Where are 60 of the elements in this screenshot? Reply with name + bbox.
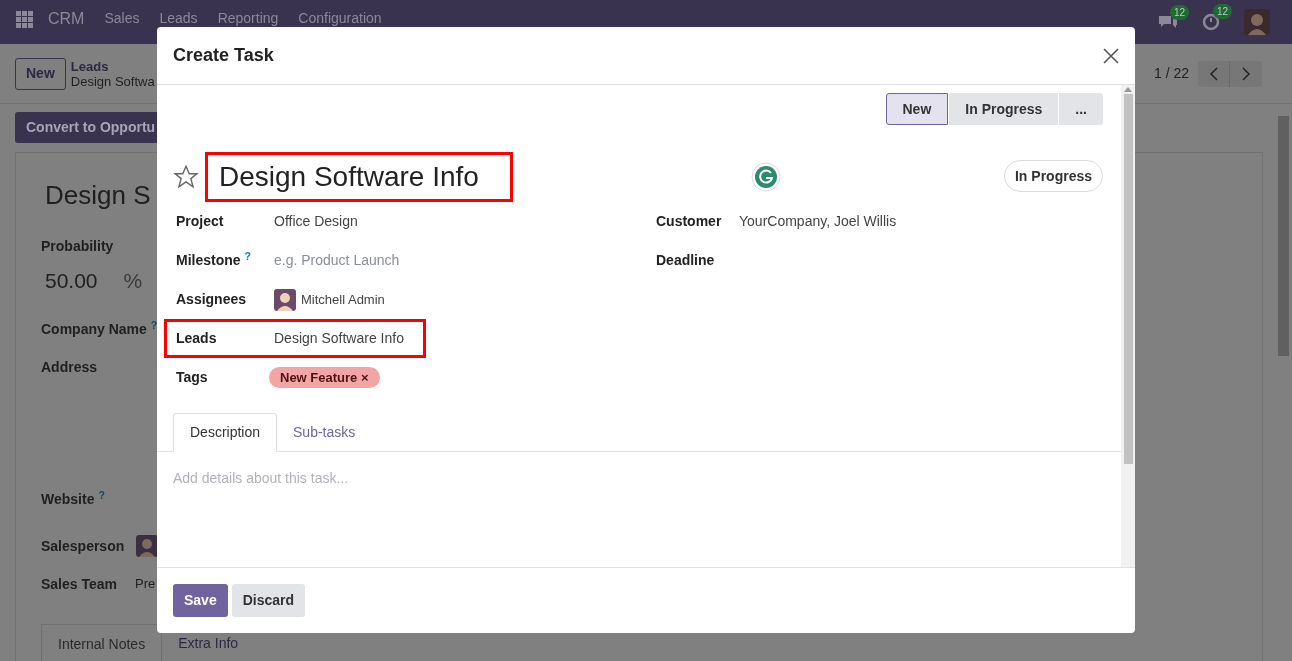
field-label: Company Name $^{?}$: [41, 319, 158, 339]
field-label: Assignees: [176, 290, 248, 309]
discard-button[interactable]: Discard: [231, 584, 306, 617]
menu-item[interactable]: Reporting: [217, 11, 279, 26]
percent-sign: %: [123, 268, 143, 294]
field-label: Project: [176, 212, 225, 231]
assignee-name[interactable]: Mitchell Admin: [301, 289, 385, 310]
dialog-tab[interactable]: Sub-tasks: [277, 413, 372, 452]
field-label: Deadline: [656, 251, 716, 270]
stage-step[interactable]: In Progress: [948, 93, 1059, 125]
milestone-field[interactable]: e.g. Product Launch: [274, 250, 400, 271]
help-mark: ?: [98, 488, 105, 501]
previous-button[interactable]: [1198, 60, 1230, 87]
menu-item[interactable]: Configuration: [298, 11, 382, 26]
tag-chip[interactable]: New Feature ×: [269, 366, 380, 389]
field-label: Website $^{?}$: [41, 489, 105, 509]
chevron-right-icon: [1242, 66, 1250, 81]
field-value[interactable]: Office Design: [274, 211, 358, 232]
apps-grid-icon[interactable]: [16, 11, 34, 29]
help-mark: ?: [150, 318, 158, 331]
breadcrumb-current: Design Softwa: [70, 73, 155, 89]
field-label: Tags: [176, 368, 209, 387]
field-value[interactable]: YourCompany, Joel Willis: [739, 211, 897, 232]
stage-step[interactable]: New: [885, 93, 949, 125]
avatar-icon[interactable]: [1244, 9, 1270, 35]
breadcrumb-link[interactable]: Leads: [70, 58, 155, 74]
dialog-title: Create Task: [173, 44, 274, 67]
field-label: Probability: [41, 237, 114, 256]
next-button[interactable]: [1230, 60, 1262, 87]
field-label: Address: [41, 358, 98, 377]
notification-badge: 12: [1213, 4, 1233, 19]
probability-value: 50.00: [45, 268, 98, 294]
pager-text: 1 / 22: [1153, 64, 1189, 83]
close-icon[interactable]: [1103, 47, 1119, 64]
clock-icon[interactable]: [1202, 13, 1220, 31]
star-icon[interactable]: [173, 164, 199, 190]
save-button[interactable]: Save: [173, 584, 228, 617]
new-button[interactable]: New: [15, 57, 66, 90]
scrollbar[interactable]: [1278, 116, 1289, 356]
field-value[interactable]: Design Software Info: [274, 328, 404, 349]
field-label: Salesperson: [41, 538, 125, 554]
field-label: Sales Team: [41, 576, 117, 592]
scrollbar[interactable]: [1121, 85, 1135, 567]
menu-item[interactable]: Sales: [104, 11, 140, 26]
task-name-field[interactable]: Design Software Info: [219, 156, 479, 198]
field-label: Customer: [656, 212, 723, 231]
scroll-up-icon[interactable]: [1124, 87, 1132, 92]
avatar-icon: [274, 288, 296, 311]
chat-icon[interactable]: [1158, 14, 1178, 30]
avatar-icon: [136, 535, 158, 557]
lead-title: Design S: [44, 179, 151, 212]
menu-item[interactable]: Leads: [159, 11, 198, 26]
dialog-tab[interactable]: Description: [173, 413, 278, 452]
chevron-left-icon: [1209, 66, 1218, 81]
field-label: Milestone $^{?}$: [176, 250, 252, 270]
field-label: Leads: [176, 329, 218, 348]
field-value: Pre: [135, 575, 156, 594]
app-name[interactable]: CRM: [48, 11, 85, 26]
stage-step[interactable]: ...: [1058, 93, 1103, 125]
notification-badge: 12: [1170, 5, 1190, 20]
